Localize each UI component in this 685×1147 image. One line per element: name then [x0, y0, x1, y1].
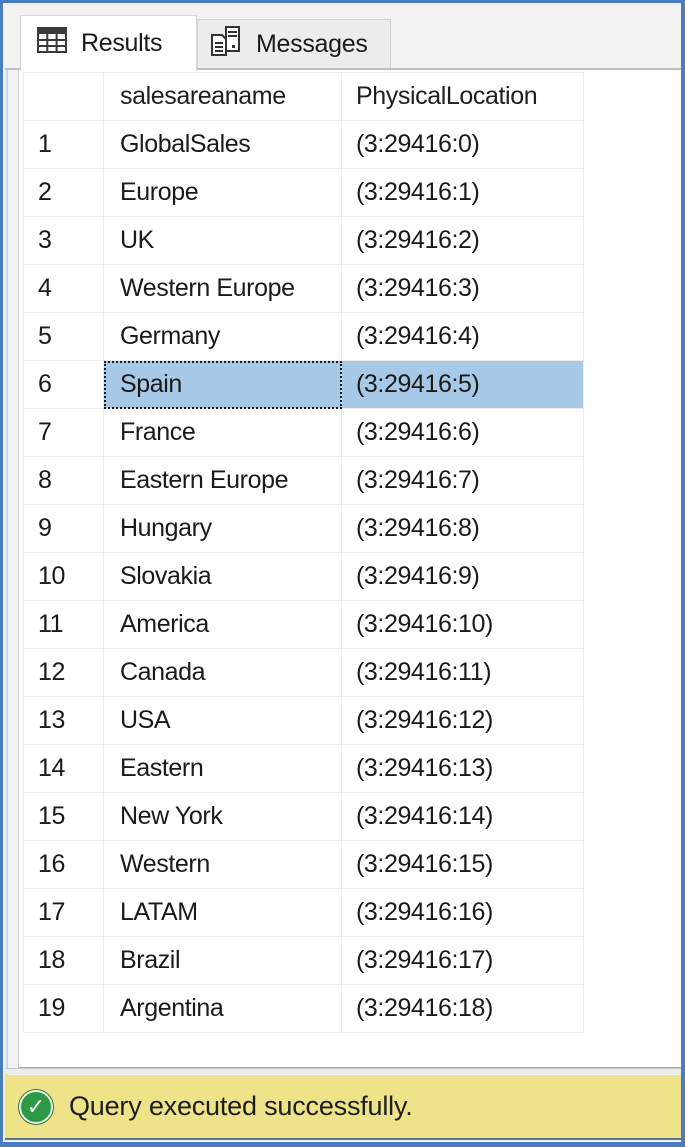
table-row[interactable]: 12 Canada (3:29416:11)	[23, 648, 584, 697]
physicallocation-cell[interactable]: (3:29416:13)	[341, 744, 584, 793]
physicallocation-cell[interactable]: (3:29416:15)	[341, 840, 584, 889]
row-number-cell[interactable]: 11	[23, 600, 104, 649]
physicallocation-cell[interactable]: (3:29416:7)	[341, 456, 584, 505]
salesareaname-cell[interactable]: LATAM	[103, 888, 342, 937]
salesareaname-cell[interactable]: Western	[103, 840, 342, 889]
query-status-bar: ✓ Query executed successfully.	[5, 1075, 681, 1140]
table-row[interactable]: 1 GlobalSales (3:29416:0)	[23, 120, 584, 169]
grid-header-row: salesareaname PhysicalLocation	[23, 72, 584, 121]
row-number-cell[interactable]: 16	[23, 840, 104, 889]
salesareaname-cell[interactable]: America	[103, 600, 342, 649]
messages-document-server-icon	[210, 26, 244, 63]
row-number-cell[interactable]: 17	[23, 888, 104, 937]
row-number-cell[interactable]: 3	[23, 216, 104, 265]
row-number-cell[interactable]: 2	[23, 168, 104, 217]
tab-results[interactable]: Results	[20, 15, 197, 71]
table-row[interactable]: 18 Brazil (3:29416:17)	[23, 936, 584, 985]
grid-table-icon	[37, 27, 67, 60]
tab-results-label: Results	[81, 29, 163, 57]
table-row[interactable]: 2 Europe (3:29416:1)	[23, 168, 584, 217]
physicallocation-cell[interactable]: (3:29416:3)	[341, 264, 584, 313]
salesareaname-cell[interactable]: New York	[103, 792, 342, 841]
row-number-cell[interactable]: 5	[23, 312, 104, 361]
physicallocation-cell[interactable]: (3:29416:10)	[341, 600, 584, 649]
physicallocation-cell[interactable]: (3:29416:1)	[341, 168, 584, 217]
salesareaname-cell[interactable]: UK	[103, 216, 342, 265]
row-number-cell[interactable]: 6	[23, 360, 104, 409]
table-row[interactable]: 16 Western (3:29416:15)	[23, 840, 584, 889]
table-row[interactable]: 9 Hungary (3:29416:8)	[23, 504, 584, 553]
row-number-cell[interactable]: 4	[23, 264, 104, 313]
row-number-cell[interactable]: 1	[23, 120, 104, 169]
row-number-cell[interactable]: 18	[23, 936, 104, 985]
status-separator	[5, 1068, 681, 1074]
salesareaname-cell[interactable]: Spain	[103, 360, 342, 409]
physicallocation-cell[interactable]: (3:29416:0)	[341, 120, 584, 169]
physicallocation-cell[interactable]: (3:29416:17)	[341, 936, 584, 985]
results-grid[interactable]: salesareaname PhysicalLocation 1 GlobalSa…	[23, 72, 584, 1033]
salesareaname-cell[interactable]: Slovakia	[103, 552, 342, 601]
row-number-cell[interactable]: 12	[23, 648, 104, 697]
physicallocation-cell[interactable]: (3:29416:8)	[341, 504, 584, 553]
row-number-header[interactable]	[23, 72, 104, 121]
table-row[interactable]: 14 Eastern (3:29416:13)	[23, 744, 584, 793]
physicallocation-cell[interactable]: (3:29416:6)	[341, 408, 584, 457]
salesareaname-cell[interactable]: Brazil	[103, 936, 342, 985]
table-row[interactable]: 15 New York (3:29416:14)	[23, 792, 584, 841]
column-header-salesareaname[interactable]: salesareaname	[103, 72, 342, 121]
column-header-physicallocation[interactable]: PhysicalLocation	[341, 72, 584, 121]
row-number-cell[interactable]: 13	[23, 696, 104, 745]
physicallocation-cell[interactable]: (3:29416:16)	[341, 888, 584, 937]
success-check-icon: ✓	[19, 1089, 53, 1124]
salesareaname-cell[interactable]: Argentina	[103, 984, 342, 1033]
salesareaname-cell[interactable]: Eastern Europe	[103, 456, 342, 505]
salesareaname-cell[interactable]: Germany	[103, 312, 342, 361]
row-number-cell[interactable]: 9	[23, 504, 104, 553]
results-grid-area[interactable]: salesareaname PhysicalLocation 1 GlobalSa…	[18, 70, 681, 1068]
physicallocation-cell[interactable]: (3:29416:18)	[341, 984, 584, 1033]
physicallocation-cell[interactable]: (3:29416:5)	[341, 360, 584, 409]
salesareaname-cell[interactable]: Western Europe	[103, 264, 342, 313]
row-number-cell[interactable]: 7	[23, 408, 104, 457]
results-tabstrip: Results Messages	[5, 3, 681, 71]
salesareaname-cell[interactable]: USA	[103, 696, 342, 745]
physicallocation-cell[interactable]: (3:29416:4)	[341, 312, 584, 361]
row-number-cell[interactable]: 8	[23, 456, 104, 505]
table-row[interactable]: 6 Spain (3:29416:5)	[23, 360, 584, 409]
salesareaname-cell[interactable]: Hungary	[103, 504, 342, 553]
table-row[interactable]: 8 Eastern Europe (3:29416:7)	[23, 456, 584, 505]
table-row[interactable]: 19 Argentina (3:29416:18)	[23, 984, 584, 1033]
physicallocation-cell[interactable]: (3:29416:14)	[341, 792, 584, 841]
grid-body: 1 GlobalSales (3:29416:0) 2 Europe (3:29416:1…	[23, 120, 584, 1033]
tab-messages-label: Messages	[256, 30, 368, 58]
row-number-cell[interactable]: 19	[23, 984, 104, 1033]
status-message: Query executed successfully.	[69, 1091, 413, 1121]
table-row[interactable]: 3 UK (3:29416:2)	[23, 216, 584, 265]
table-row[interactable]: 17 LATAM (3:29416:16)	[23, 888, 584, 937]
salesareaname-cell[interactable]: Canada	[103, 648, 342, 697]
row-number-cell[interactable]: 14	[23, 744, 104, 793]
table-row[interactable]: 10 Slovakia (3:29416:9)	[23, 552, 584, 601]
salesareaname-cell[interactable]: GlobalSales	[103, 120, 342, 169]
physicallocation-cell[interactable]: (3:29416:2)	[341, 216, 584, 265]
tab-messages[interactable]: Messages	[197, 19, 391, 69]
table-row[interactable]: 7 France (3:29416:6)	[23, 408, 584, 457]
salesareaname-cell[interactable]: Eastern	[103, 744, 342, 793]
physicallocation-cell[interactable]: (3:29416:12)	[341, 696, 584, 745]
salesareaname-cell[interactable]: France	[103, 408, 342, 457]
row-number-cell[interactable]: 10	[23, 552, 104, 601]
table-row[interactable]: 13 USA (3:29416:12)	[23, 696, 584, 745]
table-row[interactable]: 5 Germany (3:29416:4)	[23, 312, 584, 361]
table-row[interactable]: 11 America (3:29416:10)	[23, 600, 584, 649]
physicallocation-cell[interactable]: (3:29416:9)	[341, 552, 584, 601]
physicallocation-cell[interactable]: (3:29416:11)	[341, 648, 584, 697]
row-number-cell[interactable]: 15	[23, 792, 104, 841]
salesareaname-cell[interactable]: Europe	[103, 168, 342, 217]
table-row[interactable]: 4 Western Europe (3:29416:3)	[23, 264, 584, 313]
